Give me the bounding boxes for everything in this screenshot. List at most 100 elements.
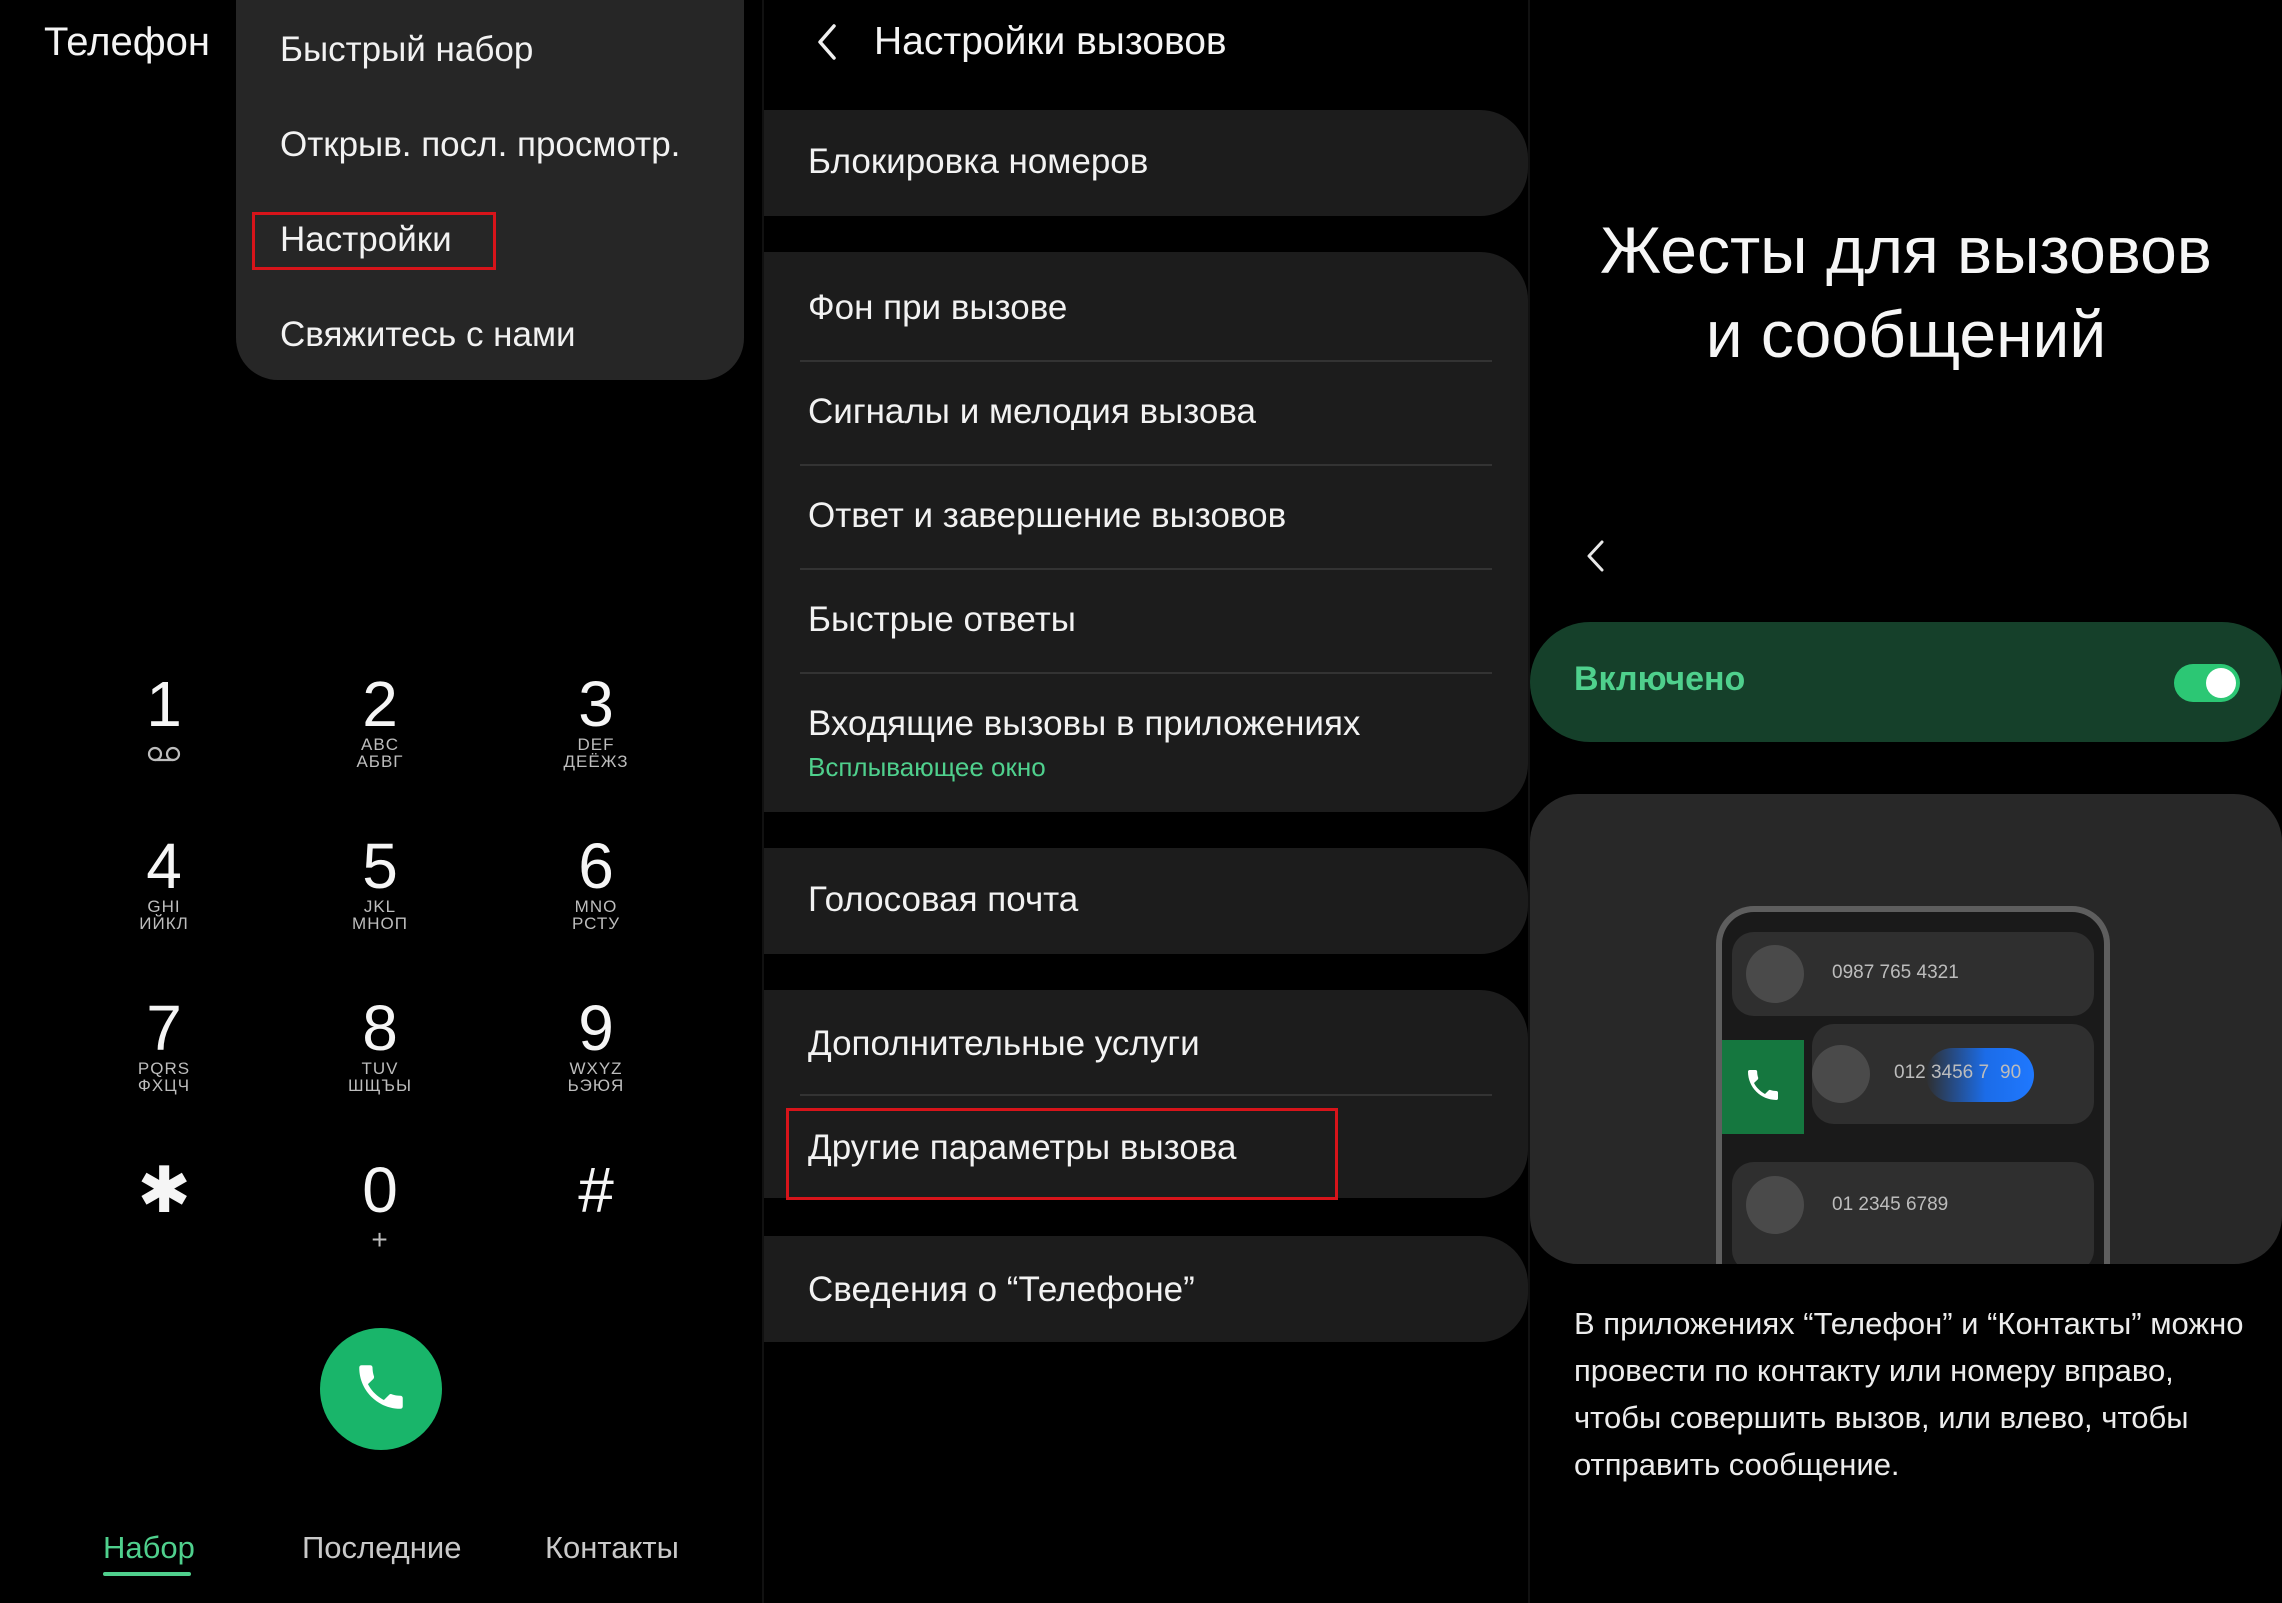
row-ringtones[interactable]: Сигналы и мелодия вызова	[808, 392, 1488, 432]
key-9[interactable]: 9 WXYZ ЬЭЮЯ	[488, 996, 704, 1156]
phone-frame: 0987 765 4321 012 3456 7 90 01 2345 6789	[1716, 906, 2110, 1264]
toggle-label: Включено	[1574, 660, 1746, 698]
key-digit: #	[578, 1154, 614, 1226]
menu-item-speed-dial[interactable]: Быстрый набор	[280, 30, 533, 70]
key-digit: 0	[362, 1154, 398, 1226]
key-letters-latin: PQRS	[137, 1059, 191, 1078]
menu-item-contact-us[interactable]: Свяжитесь с нами	[280, 315, 576, 355]
key-digit: 5	[362, 830, 398, 902]
phone-icon	[352, 1358, 410, 1421]
key-letters-cyrillic: РСТУ	[571, 914, 621, 933]
key-letters-cyrillic: ИЙКЛ	[139, 914, 189, 933]
key-2[interactable]: 2 ABC АБВГ	[272, 672, 488, 832]
app-title: Телефон	[44, 20, 210, 64]
page-title: Настройки вызовов	[874, 20, 1227, 63]
key-letters-latin: ABC	[361, 735, 399, 754]
menu-item-open-recent[interactable]: Открыв. посл. просмотр.	[280, 125, 680, 165]
key-7[interactable]: 7 PQRS ФХЦЧ	[56, 996, 272, 1156]
key-letters-latin: MNO	[574, 897, 618, 916]
highlight-box-other-call-settings	[786, 1108, 1338, 1200]
divider	[800, 360, 1492, 362]
row-about-phone[interactable]: Сведения о “Телефоне”	[808, 1270, 1488, 1310]
gestures-panel: Жесты для вызовов и сообщений Включено 0…	[1530, 0, 2282, 1603]
call-settings-panel: Настройки вызовов Блокировка номеров Фон…	[764, 0, 1528, 1603]
key-6[interactable]: 6 MNO РСТУ	[488, 834, 704, 994]
dialer-panel: Телефон Быстрый набор Открыв. посл. прос…	[0, 0, 762, 1603]
key-digit: ✱	[137, 1154, 191, 1226]
enabled-toggle-row[interactable]: Включено	[1530, 622, 2282, 742]
key-letters-latin: DEF	[577, 735, 615, 754]
voicemail-icon	[56, 746, 272, 767]
tab-contacts[interactable]: Контакты	[545, 1530, 679, 1566]
tab-keypad[interactable]: Набор	[103, 1530, 195, 1566]
key-letters-latin: JKL	[363, 897, 397, 916]
key-letters-latin: TUV	[361, 1059, 399, 1078]
row-answer-end-calls[interactable]: Ответ и завершение вызовов	[808, 496, 1488, 536]
key-letters-cyrillic: АБВГ	[356, 752, 404, 771]
overflow-menu: Быстрый набор Открыв. посл. просмотр. На…	[236, 0, 744, 380]
phone-icon	[1743, 1065, 1783, 1110]
settings-group-voicemail: Голосовая почта	[764, 848, 1528, 954]
key-digit: 9	[578, 992, 614, 1064]
row-block-numbers[interactable]: Блокировка номеров	[808, 142, 1488, 182]
phone-number-tail: 90	[2000, 1062, 2022, 1083]
feature-description: В приложениях “Телефон” и “Контакты” мож…	[1574, 1306, 2244, 1482]
gesture-illustration: 0987 765 4321 012 3456 7 90 01 2345 6789	[1530, 794, 2282, 1264]
settings-header: Настройки вызовов	[808, 18, 1227, 66]
key-digit: 1	[146, 668, 182, 740]
page-title: Жесты для вызовов и сообщений	[1530, 208, 2282, 376]
chevron-left-icon[interactable]	[808, 18, 848, 66]
divider	[800, 1094, 1492, 1096]
key-4[interactable]: 4 GHI ИЙКЛ	[56, 834, 272, 994]
row-incoming-calls-subtitle: Всплывающее окно	[808, 752, 1046, 782]
row-voicemail[interactable]: Голосовая почта	[808, 880, 1488, 920]
avatar	[1812, 1045, 1870, 1103]
key-3[interactable]: 3 DEF ДЕЁЖЗ	[488, 672, 704, 832]
title-line-1: Жесты для вызовов	[1600, 213, 2212, 287]
avatar	[1746, 945, 1804, 1003]
divider	[800, 672, 1492, 674]
key-hash[interactable]: #	[488, 1158, 704, 1318]
settings-group-block: Блокировка номеров	[764, 110, 1528, 216]
contact-card-swiping: 012 3456 7 90	[1812, 1024, 2094, 1124]
key-5[interactable]: 5 JKL МНОП	[272, 834, 488, 994]
key-letters-cyrillic: МНОП	[352, 914, 408, 933]
key-letters-cyrillic: ШЩЪЫ	[347, 1076, 413, 1095]
key-digit: 3	[578, 668, 614, 740]
row-quick-replies[interactable]: Быстрые ответы	[808, 600, 1488, 640]
phone-number: 012 3456 7	[1894, 1062, 1990, 1083]
row-additional-services[interactable]: Дополнительные услуги	[808, 1024, 1488, 1064]
key-plus: +	[371, 1224, 389, 1255]
row-incoming-calls-in-apps[interactable]: Входящие вызовы в приложениях	[808, 704, 1488, 744]
settings-group-about: Сведения о “Телефоне”	[764, 1236, 1528, 1342]
key-star[interactable]: ✱	[56, 1158, 272, 1318]
call-button[interactable]	[320, 1328, 442, 1450]
avatar	[1746, 1176, 1804, 1234]
key-letters-cyrillic: ДЕЁЖЗ	[563, 752, 629, 771]
key-letters-cyrillic: ЬЭЮЯ	[567, 1076, 625, 1095]
key-letters-latin: GHI	[147, 897, 181, 916]
contact-card: 01 2345 6789	[1732, 1162, 2094, 1264]
row-call-background[interactable]: Фон при вызове	[808, 288, 1488, 328]
contact-card: 0987 765 4321	[1732, 932, 2094, 1016]
key-8[interactable]: 8 TUV ШЩЪЫ	[272, 996, 488, 1156]
chevron-left-icon[interactable]	[1580, 534, 1612, 578]
highlight-box-settings	[252, 212, 496, 270]
toggle-knob	[2206, 668, 2236, 698]
toggle-switch[interactable]	[2174, 664, 2240, 702]
key-0[interactable]: 0 +	[272, 1158, 488, 1318]
phone-number: 0987 765 4321	[1832, 962, 1959, 983]
settings-group-call-options: Фон при вызове Сигналы и мелодия вызова …	[764, 252, 1528, 812]
key-1[interactable]: 1	[56, 672, 272, 832]
phone-number: 01 2345 6789	[1832, 1194, 1949, 1215]
key-digit: 2	[362, 668, 398, 740]
key-digit: 7	[146, 992, 182, 1064]
tab-recents[interactable]: Последние	[302, 1530, 461, 1566]
divider	[800, 568, 1492, 570]
tab-active-indicator	[103, 1572, 191, 1576]
key-letters-cyrillic: ФХЦЧ	[137, 1076, 191, 1095]
divider	[800, 464, 1492, 466]
title-line-2: и сообщений	[1705, 297, 2107, 371]
key-digit: 8	[362, 992, 398, 1064]
key-digit: 4	[146, 830, 182, 902]
